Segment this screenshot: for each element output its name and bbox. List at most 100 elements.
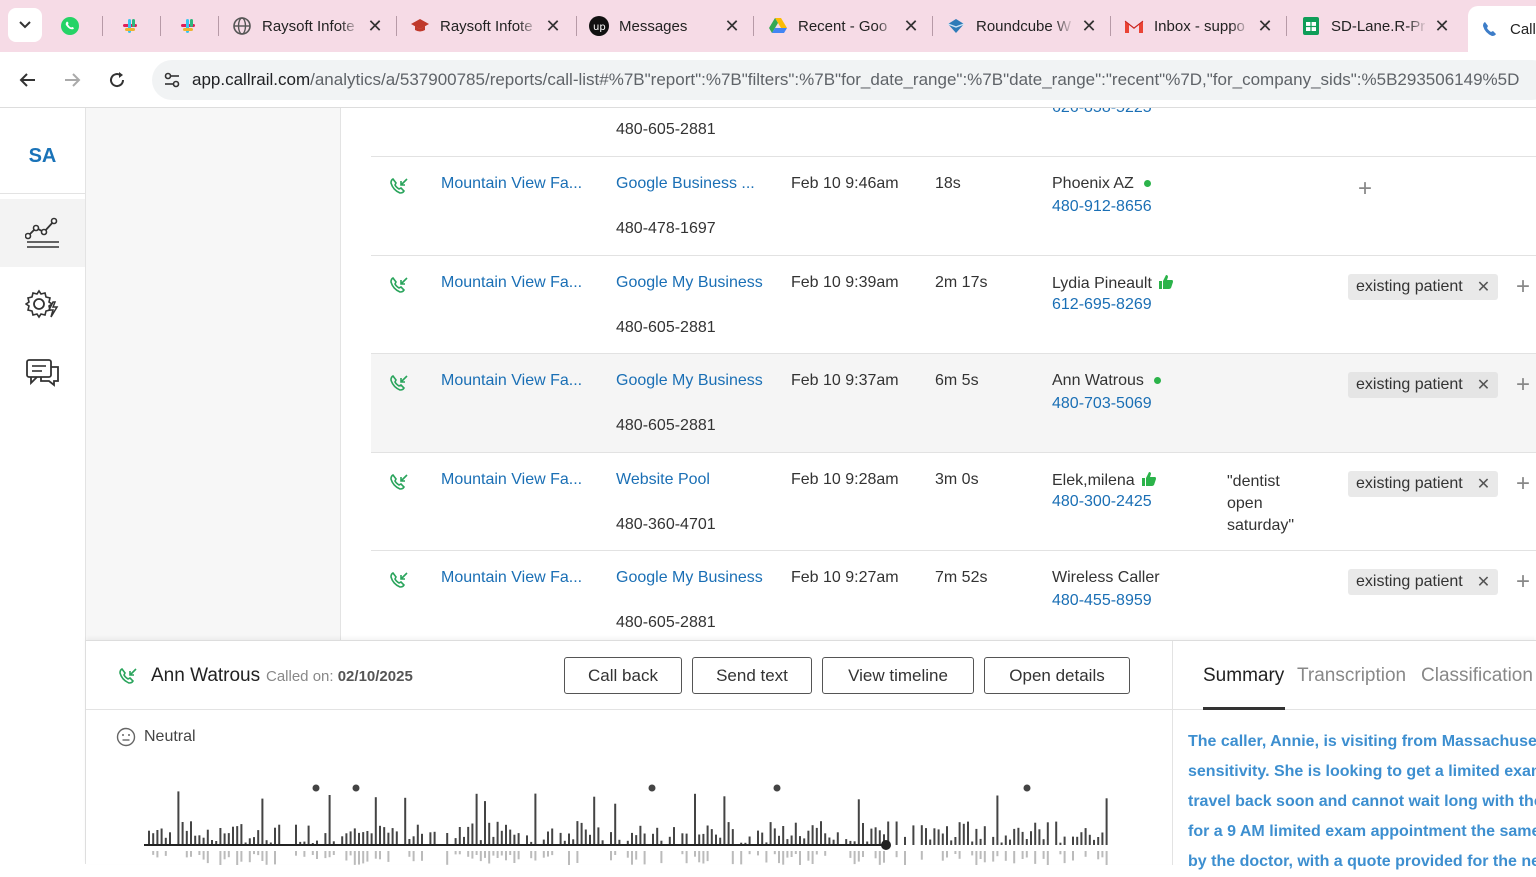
tab-search-button[interactable] bbox=[8, 8, 42, 42]
tab-transcription[interactable]: Transcription bbox=[1297, 665, 1406, 687]
open-details-button[interactable]: Open details bbox=[984, 657, 1130, 694]
tab-slack-1[interactable] bbox=[120, 6, 152, 46]
waveform-bar-caller bbox=[807, 830, 810, 845]
caller-name: Ann Watrous bbox=[151, 665, 261, 686]
nav-conversations[interactable] bbox=[0, 340, 85, 406]
waveform-bar-caller bbox=[1101, 832, 1104, 845]
company-link[interactable]: Mountain View Fa... bbox=[441, 175, 582, 193]
waveform-bar-caller bbox=[194, 835, 197, 845]
forward-button[interactable] bbox=[54, 62, 90, 98]
waveform-bar-caller bbox=[370, 833, 373, 845]
send-text-button[interactable]: Send text bbox=[692, 657, 812, 694]
caller-phone-link[interactable]: 480-455-8959 bbox=[1052, 592, 1152, 610]
waveform-bar-agent bbox=[500, 851, 503, 856]
reload-button[interactable] bbox=[99, 62, 135, 98]
slack-icon bbox=[120, 16, 140, 36]
tab-whatsapp[interactable] bbox=[60, 6, 92, 46]
tab-classification[interactable]: Classification bbox=[1421, 665, 1533, 687]
waveform-bar-caller bbox=[395, 831, 398, 845]
waveform-bar-agent bbox=[202, 851, 205, 860]
source-link[interactable]: Google My Business bbox=[616, 372, 763, 390]
caller-name: Phoenix AZ bbox=[1052, 175, 1134, 192]
remove-tag-icon[interactable]: ✕ bbox=[1477, 375, 1490, 395]
tab-raysoft-2[interactable]: Raysoft Infote ✕ bbox=[410, 6, 562, 46]
close-icon[interactable]: ✕ bbox=[1256, 16, 1274, 37]
source-link[interactable]: Website Pool bbox=[616, 471, 710, 489]
browser-toolbar: app.callrail.com/analytics/a/537900785/r… bbox=[0, 52, 1536, 108]
tab-google-drive[interactable]: Recent - Goo ✕ bbox=[768, 6, 920, 46]
company-link[interactable]: Mountain View Fa... bbox=[441, 471, 582, 489]
waveform-bar-caller bbox=[236, 826, 239, 845]
call-back-button[interactable]: Call back bbox=[564, 657, 682, 694]
close-icon[interactable]: ✕ bbox=[902, 16, 920, 37]
waveform-bar-agent bbox=[1025, 851, 1028, 858]
waveform-bar-caller bbox=[526, 835, 528, 845]
waveform-bar-caller bbox=[345, 833, 348, 845]
company-link[interactable]: Mountain View Fa... bbox=[441, 372, 582, 390]
account-switcher[interactable]: SA bbox=[0, 120, 85, 194]
company-link[interactable]: Mountain View Fa... bbox=[441, 569, 582, 587]
waveform-bar-agent bbox=[517, 851, 520, 860]
add-tag-button[interactable]: + bbox=[1516, 470, 1530, 498]
add-tag-button[interactable]: + bbox=[1516, 371, 1530, 399]
close-icon[interactable]: ✕ bbox=[1433, 16, 1451, 37]
thumbs-up-icon bbox=[1141, 472, 1156, 486]
waveform-bar-agent bbox=[731, 851, 734, 865]
table-row[interactable]: Mountain View Fa... Google My Business 4… bbox=[371, 550, 1536, 640]
add-tag-button[interactable]: + bbox=[1516, 568, 1530, 596]
caller-phone-link[interactable]: 612-695-8269 bbox=[1052, 296, 1152, 314]
tab-raysoft-1[interactable]: Raysoft Infote ✕ bbox=[232, 6, 384, 46]
caller-phone-link[interactable]: 480-912-8656 bbox=[1052, 198, 1152, 216]
tag-chip: existing patient ✕ bbox=[1348, 471, 1499, 497]
view-timeline-button[interactable]: View timeline bbox=[822, 657, 974, 694]
tab-messages[interactable]: up Messages ✕ bbox=[589, 6, 741, 46]
tab-google-sheets[interactable]: SD-Lane.R-Pr ✕ bbox=[1301, 6, 1451, 46]
waveform-bar-caller bbox=[635, 835, 638, 845]
waveform-bar-caller bbox=[429, 832, 432, 845]
site-info-icon[interactable] bbox=[152, 71, 192, 89]
waveform-bar-agent bbox=[164, 851, 167, 856]
back-button[interactable] bbox=[10, 62, 46, 98]
call-detail-header: Ann Watrous Called on: 02/10/2025 Call b… bbox=[86, 641, 1173, 710]
nav-analytics[interactable] bbox=[0, 199, 85, 267]
company-link[interactable]: Mountain View Fa... bbox=[441, 274, 582, 292]
graduation-cap-icon bbox=[410, 16, 430, 36]
source-link[interactable]: Google Business ... bbox=[616, 175, 755, 193]
waveform-bar-agent bbox=[971, 851, 974, 856]
close-icon[interactable]: ✕ bbox=[723, 16, 741, 37]
nav-settings[interactable] bbox=[0, 271, 85, 337]
remove-tag-icon[interactable]: ✕ bbox=[1477, 474, 1490, 494]
caller-phone-link[interactable]: 480-300-2425 bbox=[1052, 493, 1152, 511]
tab-roundcube[interactable]: Roundcube W ✕ bbox=[946, 6, 1098, 46]
table-row[interactable]: Mountain View Fa... Website Pool 480-360… bbox=[371, 452, 1536, 550]
close-icon[interactable]: ✕ bbox=[366, 16, 384, 37]
caller-info: Phoenix AZ bbox=[1052, 175, 1151, 193]
address-bar[interactable]: app.callrail.com/analytics/a/537900785/r… bbox=[152, 60, 1536, 100]
thumbs-up-icon bbox=[1158, 275, 1173, 289]
tab-gmail[interactable]: Inbox - suppo ✕ bbox=[1124, 6, 1274, 46]
waveform-bar-agent bbox=[698, 851, 701, 863]
tab-callrail-active[interactable]: Call bbox=[1468, 6, 1536, 52]
call-audio-waveform[interactable] bbox=[144, 781, 1114, 865]
waveform-bar-caller bbox=[992, 836, 995, 845]
close-icon[interactable]: ✕ bbox=[1080, 16, 1098, 37]
remove-tag-icon[interactable]: ✕ bbox=[1477, 277, 1490, 297]
tab-slack-2[interactable] bbox=[178, 6, 210, 46]
remove-tag-icon[interactable]: ✕ bbox=[1477, 572, 1490, 592]
caller-phone-link[interactable]: 480-703-5069 bbox=[1052, 395, 1152, 413]
call-datetime: Feb 10 9:39am bbox=[791, 274, 899, 291]
summary-line: travel back soon and cannot wait long wi… bbox=[1188, 793, 1536, 810]
waveform-bar-caller bbox=[710, 829, 713, 845]
tab-summary[interactable]: Summary bbox=[1203, 665, 1284, 687]
add-tag-button[interactable]: + bbox=[1516, 273, 1530, 301]
source-link[interactable]: Google My Business bbox=[616, 274, 763, 292]
caller-phone-link[interactable]: 626-858-5225 bbox=[1052, 108, 1152, 117]
close-icon[interactable]: ✕ bbox=[544, 16, 562, 37]
waveform-bar-agent bbox=[1042, 851, 1045, 859]
source-link[interactable]: Google My Business bbox=[616, 569, 763, 587]
table-row[interactable]: Mountain View Fa... Google My Business 4… bbox=[371, 353, 1536, 452]
table-row[interactable]: Mountain View Fa... Google Business ... … bbox=[371, 156, 1536, 255]
table-row[interactable]: Mountain View Fa... Google My Business 4… bbox=[371, 255, 1536, 353]
add-tag-button[interactable]: + bbox=[1358, 175, 1372, 203]
left-nav: SA bbox=[0, 108, 86, 864]
